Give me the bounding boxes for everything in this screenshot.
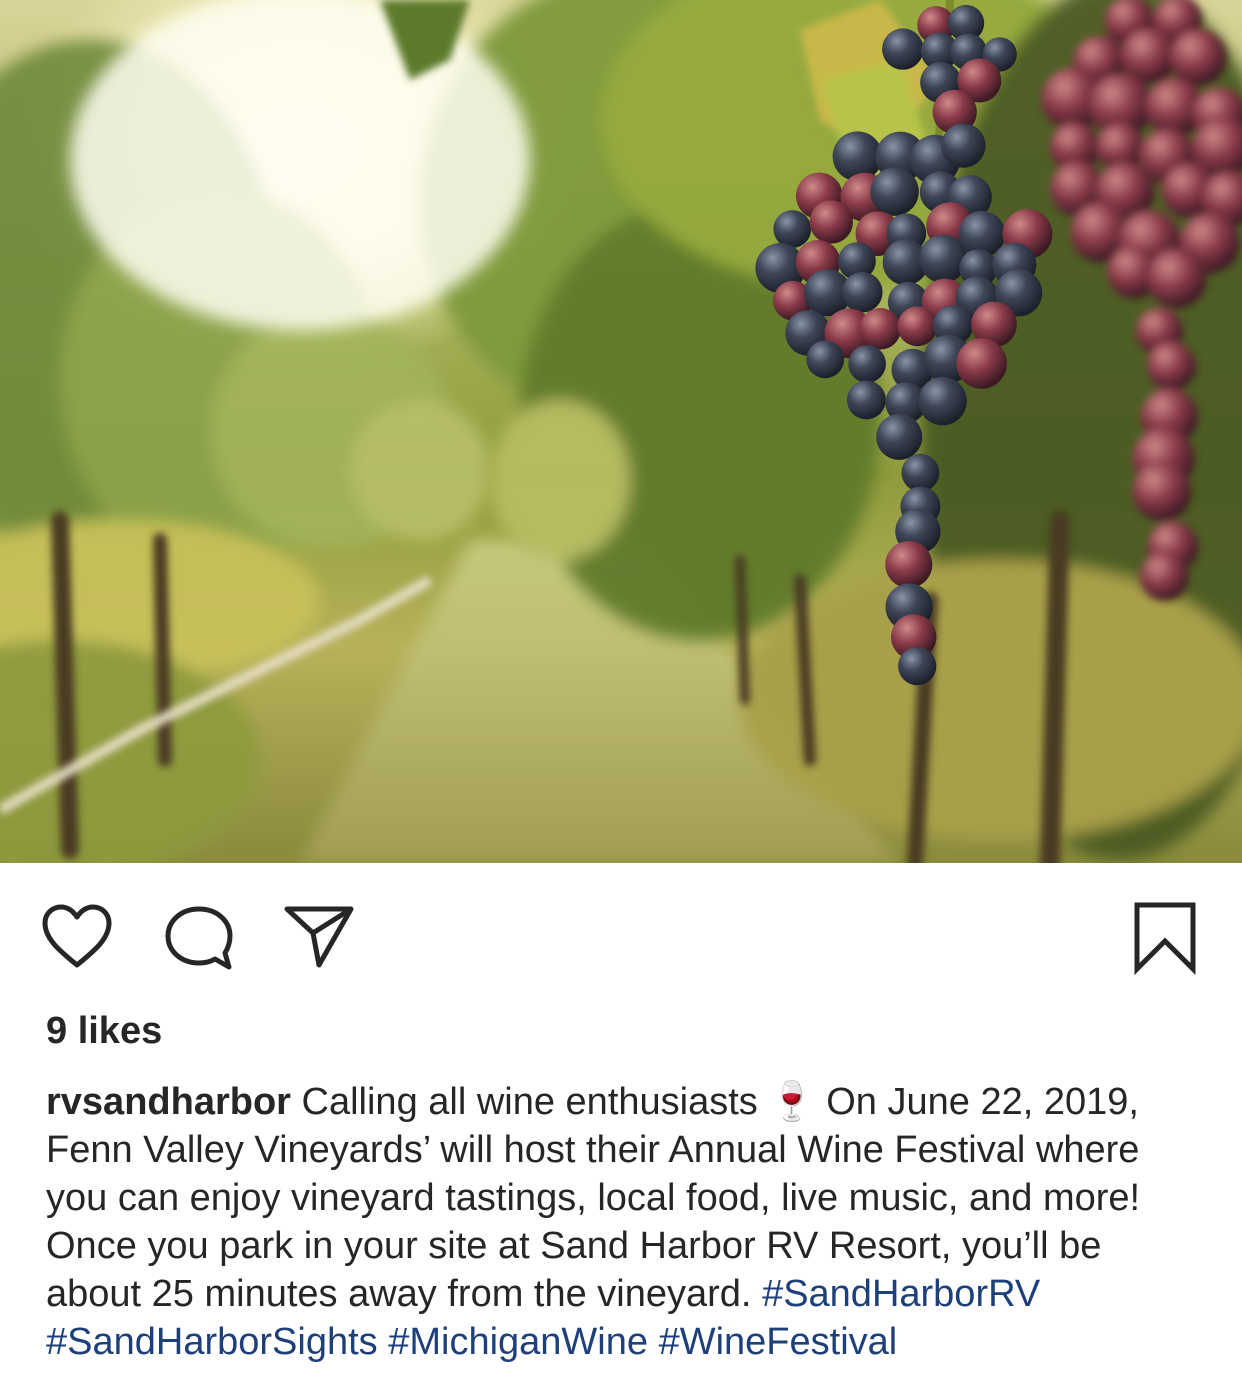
- comment-bubble-icon[interactable]: [163, 905, 235, 971]
- grape-berry: [897, 306, 938, 347]
- grape-berry: [882, 28, 924, 70]
- grape-berry: [842, 271, 883, 313]
- grape-berry: [919, 234, 968, 283]
- grape-berry: [846, 380, 886, 420]
- grape-berry: [1147, 249, 1207, 309]
- grape-berry: [898, 647, 937, 686]
- grape-berry: [1132, 461, 1192, 522]
- likes-count[interactable]: 9 likes: [46, 1010, 162, 1053]
- grape-berry: [901, 453, 940, 492]
- grape-berry: [809, 200, 853, 244]
- wine-glass-emoji: 🍷: [768, 1081, 816, 1123]
- paper-plane-icon[interactable]: [283, 903, 355, 969]
- bookmark-icon[interactable]: [1132, 901, 1198, 975]
- grape-berry: [876, 413, 923, 460]
- grape-berry: [1139, 551, 1189, 601]
- grape-berry: [832, 131, 883, 182]
- grape-berry: [885, 541, 933, 588]
- grape-berry: [859, 308, 901, 350]
- caption-username[interactable]: rvsandharbor: [46, 1081, 291, 1123]
- hashtag-link[interactable]: #MichiganWine: [388, 1321, 648, 1363]
- hashtag-link[interactable]: #WineFestival: [659, 1321, 898, 1363]
- hashtag-link[interactable]: #SandHarborRV: [762, 1273, 1040, 1315]
- caption-text-part1: Calling all wine enthusiasts: [301, 1081, 758, 1123]
- grape-berry: [956, 338, 1007, 389]
- post-action-bar: [0, 863, 1242, 1013]
- grape-berry: [773, 210, 812, 248]
- grape-berry: [806, 340, 845, 379]
- grape-berry: [918, 376, 967, 426]
- post-image[interactable]: [0, 0, 1242, 863]
- grape-berry: [870, 167, 919, 216]
- post-caption: rvsandharbor Calling all wine enthusiast…: [46, 1078, 1206, 1366]
- vineyard-illustration: [0, 0, 1242, 863]
- hashtag-link[interactable]: #SandHarborSights: [46, 1321, 378, 1363]
- grape-berry: [1169, 29, 1227, 87]
- heart-icon[interactable]: [40, 903, 114, 971]
- grape-berry: [941, 123, 986, 168]
- grape-berry: [1146, 341, 1196, 391]
- grape-berry: [848, 345, 886, 383]
